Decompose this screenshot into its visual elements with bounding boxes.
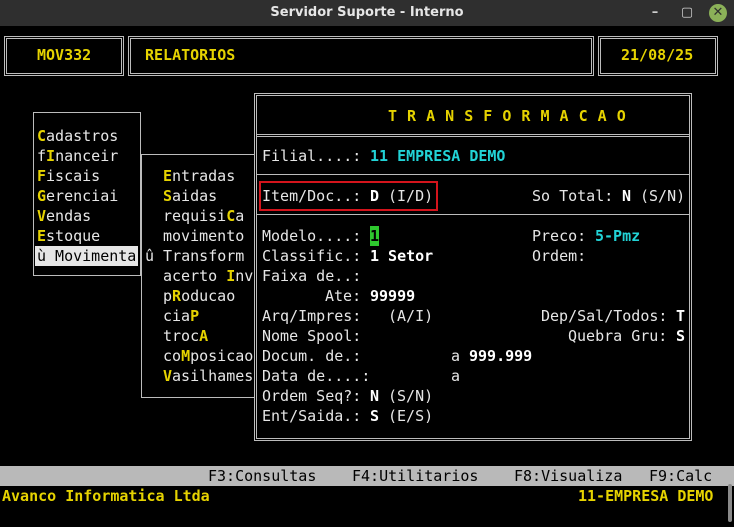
ent-saida-field[interactable]: S <box>370 406 379 426</box>
submenu-item-entradas[interactable]: Entradas <box>163 166 235 186</box>
dialog-divider-1 <box>257 134 689 137</box>
submenu-item-troca[interactable]: trocA <box>163 326 208 346</box>
data-a-label: a <box>451 367 461 385</box>
section-title: RELATORIOS <box>145 46 236 64</box>
ate-field[interactable]: 99999 <box>370 286 415 306</box>
window-title: Servidor Suporte - Interno <box>270 5 464 20</box>
docum-to-field[interactable]: 999.999 <box>469 346 532 366</box>
terminal-screen[interactable]: MOV332 RELATORIOS 21/08/25 Cadastros fIn… <box>0 26 734 527</box>
ent-saida-hint: (E/S) <box>388 407 434 425</box>
ordem-seq-field[interactable]: N <box>370 386 379 406</box>
filial-value[interactable]: 11 EMPRESA DEMO <box>370 146 505 166</box>
f4-utilitarios[interactable]: F4:Utilitarios <box>352 466 478 486</box>
dialog-title: T R A N S F O R M A C A O <box>388 107 627 125</box>
menu-item-cadastros[interactable]: Cadastros <box>37 126 118 146</box>
dialog-divider-2 <box>257 174 689 175</box>
docum-label: Docum. de.: <box>262 347 362 365</box>
filial-label: Filial....: <box>262 147 362 165</box>
menu-item-movimenta[interactable]: ù Movimenta <box>35 246 139 266</box>
menu-item-gerenciais[interactable]: Gerenciai <box>37 186 118 206</box>
quebra-gru-label: Quebra Gru: <box>568 327 668 345</box>
menu-item-fiscais[interactable]: Fiscais <box>37 166 100 186</box>
ordem-label: Ordem: <box>532 247 587 265</box>
submenu-item-composicao[interactable]: coMposicao <box>163 346 253 366</box>
item-doc-field[interactable]: D <box>370 186 379 206</box>
f9-calc[interactable]: F9:Calc <box>649 466 712 486</box>
nome-spool-label: Nome Spool: <box>262 327 362 345</box>
item-doc-hint: (I/D) <box>388 187 434 205</box>
submenu-item-ciap[interactable]: ciaP <box>163 306 199 326</box>
f8-visualiza[interactable]: F8:Visualiza <box>514 466 622 486</box>
quebra-gru-field[interactable]: S <box>676 326 685 346</box>
modelo-field[interactable]: 1 <box>370 226 379 246</box>
arq-impres-hint: (A/I) <box>388 307 434 325</box>
maximize-icon[interactable]: ▢ <box>678 4 696 22</box>
company-name-right: 11-EMPRESA DEMO <box>578 487 714 505</box>
minimize-icon[interactable]: – <box>646 4 664 22</box>
item-doc-label: Item/Doc..: <box>262 187 362 205</box>
so-total-field[interactable]: N <box>622 186 631 206</box>
ent-saida-label: Ent/Saida.: <box>262 407 362 425</box>
data-label: Data de....: <box>262 367 371 385</box>
submenu-item-movimento[interactable]: movimento <box>163 226 244 246</box>
so-total-hint: (S/N) <box>640 187 686 205</box>
dep-sal-label: Dep/Sal/Todos: <box>541 307 668 325</box>
menu-item-estoque[interactable]: Estoque <box>37 226 100 246</box>
ordem-seq-label: Ordem Seq?: <box>262 387 362 405</box>
so-total-label: So Total: <box>532 187 614 205</box>
submenu-item-acerto-inv[interactable]: acerto Inv <box>163 266 253 286</box>
submenu-item-vasilhames[interactable]: Vasilhames <box>163 366 253 386</box>
preco-label: Preco: <box>532 227 587 245</box>
terminal-scrollbar[interactable] <box>728 484 732 522</box>
module-code: MOV332 <box>37 46 92 64</box>
menu-item-financeiro[interactable]: fInanceir <box>37 146 118 166</box>
menu-item-vendas[interactable]: Vendas <box>37 206 91 226</box>
ate-label: Ate: <box>325 287 362 305</box>
dep-sal-field[interactable]: T <box>676 306 685 326</box>
submenu-item-producao[interactable]: pRoducao <box>163 286 235 306</box>
ordem-seq-hint: (S/N) <box>388 387 434 405</box>
submenu-item-transform[interactable]: û Transform <box>145 246 244 266</box>
dialog-divider-3 <box>257 214 689 215</box>
window-titlebar: Servidor Suporte - Interno – ▢ ✕ <box>0 0 734 26</box>
company-name-left: Avanco Informatica Ltda <box>2 487 210 505</box>
function-key-bar: F3:Consultas F4:Utilitarios F8:Visualiza… <box>0 466 734 486</box>
docum-a-label: a <box>451 347 461 365</box>
submenu-item-requisicao[interactable]: requisiCa <box>163 206 244 226</box>
submenu-item-saidas[interactable]: Saidas <box>163 186 217 206</box>
header-date: 21/08/25 <box>621 46 694 64</box>
faixa-label: Faixa de..: <box>262 267 362 285</box>
classific-label: Classific.: <box>262 247 362 265</box>
classific-field[interactable]: 1 Setor <box>370 246 433 266</box>
preco-field[interactable]: 5-Pmz <box>595 226 640 246</box>
f3-consultas[interactable]: F3:Consultas <box>208 466 316 486</box>
arq-impres-label: Arq/Impres: <box>262 307 362 325</box>
modelo-label: Modelo....: <box>262 227 362 245</box>
close-icon[interactable]: ✕ <box>709 4 727 22</box>
